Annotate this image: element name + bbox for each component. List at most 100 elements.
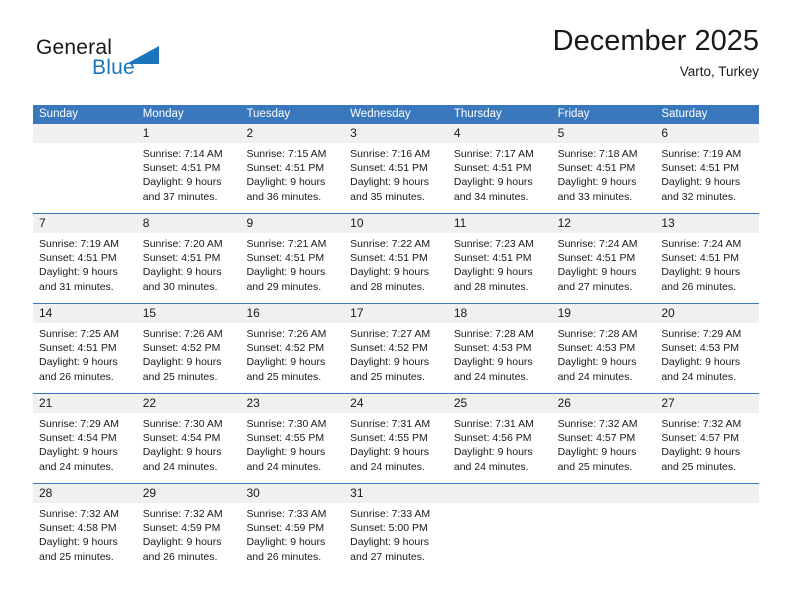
title-block: December 2025 Varto, Turkey xyxy=(553,26,759,80)
day-cell[interactable]: Sunrise: 7:27 AM Sunset: 4:52 PM Daylight:… xyxy=(344,323,448,393)
day-number[interactable]: 20 xyxy=(655,304,759,323)
day-number[interactable]: 7 xyxy=(33,214,137,233)
day-cell[interactable]: Sunrise: 7:33 AM Sunset: 5:00 PM Daylight:… xyxy=(344,503,448,573)
sunrise-text: Sunrise: 7:17 AM xyxy=(453,148,534,160)
sunset-text: Sunset: 4:51 PM xyxy=(142,252,221,265)
day-number[interactable]: 28 xyxy=(33,484,137,503)
day-cell[interactable]: Sunrise: 7:16 AM Sunset: 4:51 PM Daylight:… xyxy=(344,143,448,213)
day-cell[interactable]: Sunrise: 7:19 AM Sunset: 4:51 PM Daylight:… xyxy=(33,233,137,303)
day-number[interactable]: 30 xyxy=(240,484,344,503)
day-cell[interactable]: Sunrise: 7:32 AM Sunset: 4:59 PM Daylight:… xyxy=(137,503,241,573)
daylight-text: Daylight: 9 hours xyxy=(39,536,118,549)
day-cell[interactable]: Sunrise: 7:24 AM Sunset: 4:51 PM Daylight:… xyxy=(655,233,759,303)
day-number[interactable]: 31 xyxy=(344,484,448,503)
day-number-empty xyxy=(448,484,552,503)
day-number[interactable]: 1 xyxy=(137,124,241,143)
sunrise-text: Sunrise: 7:32 AM xyxy=(142,508,223,520)
day-cell[interactable]: Sunrise: 7:21 AM Sunset: 4:51 PM Daylight:… xyxy=(240,233,344,303)
day-cell[interactable]: Sunrise: 7:26 AM Sunset: 4:52 PM Daylight:… xyxy=(137,323,241,393)
day-number[interactable]: 18 xyxy=(448,304,552,323)
day-cell[interactable]: Sunrise: 7:33 AM Sunset: 4:59 PM Daylight:… xyxy=(240,503,344,573)
sunset-text: Sunset: 4:52 PM xyxy=(142,342,221,355)
day-number[interactable]: 19 xyxy=(552,304,656,323)
day-number[interactable]: 25 xyxy=(448,394,552,413)
page-title: December 2025 xyxy=(552,25,759,57)
day-number[interactable]: 22 xyxy=(137,394,241,413)
day-number[interactable]: 2 xyxy=(240,124,344,143)
day-number[interactable]: 10 xyxy=(344,214,448,233)
day-detail-row: Sunrise: 7:29 AM Sunset: 4:54 PM Daylight:… xyxy=(33,413,759,483)
day-cell[interactable]: Sunrise: 7:30 AM Sunset: 4:55 PM Daylight:… xyxy=(240,413,344,483)
calendar-week-row: 21 22 23 24 25 26 27 Sunrise: 7:29 AM Sunset: 4:… xyxy=(33,393,759,483)
sunrise-text: Sunrise: 7:24 AM xyxy=(557,238,638,250)
day-cell[interactable]: Sunrise: 7:32 AM Sunset: 4:57 PM Daylight:… xyxy=(552,413,656,483)
daylight-text: and 25 minutes. xyxy=(350,370,425,383)
sunset-text: Sunset: 4:58 PM xyxy=(39,522,117,535)
calendar-page: General Blue December 2025 Varto, Turkey… xyxy=(0,0,792,612)
day-cell[interactable]: Sunrise: 7:24 AM Sunset: 4:51 PM Daylight:… xyxy=(552,233,656,303)
day-cell[interactable]: Sunrise: 7:14 AM Sunset: 4:51 PM Daylight:… xyxy=(137,143,241,213)
sunrise-text: Sunrise: 7:20 AM xyxy=(142,238,223,250)
day-number[interactable]: 8 xyxy=(137,214,241,233)
day-number[interactable]: 4 xyxy=(448,124,552,143)
day-number[interactable]: 11 xyxy=(448,214,552,233)
day-number[interactable]: 3 xyxy=(344,124,448,143)
day-number[interactable]: 6 xyxy=(655,124,759,143)
day-number[interactable]: 12 xyxy=(552,214,656,233)
daylight-text: and 30 minutes. xyxy=(142,280,218,293)
day-number[interactable]: 9 xyxy=(240,214,344,233)
day-cell[interactable]: Sunrise: 7:18 AM Sunset: 4:51 PM Daylight:… xyxy=(552,143,656,213)
day-number[interactable]: 24 xyxy=(344,394,448,413)
day-number[interactable]: 27 xyxy=(655,394,759,413)
sunset-text: Sunset: 4:51 PM xyxy=(661,252,739,265)
day-number[interactable]: 15 xyxy=(137,304,241,323)
sunset-text: Sunset: 4:51 PM xyxy=(350,162,428,175)
daylight-text: and 26 minutes. xyxy=(246,550,322,563)
logo-text-blue: Blue xyxy=(92,56,135,79)
day-cell[interactable]: Sunrise: 7:22 AM Sunset: 4:51 PM Daylight:… xyxy=(344,233,448,303)
day-number[interactable]: 13 xyxy=(655,214,759,233)
day-cell[interactable]: Sunrise: 7:32 AM Sunset: 4:57 PM Daylight:… xyxy=(655,413,759,483)
day-number-empty xyxy=(33,124,137,143)
day-number[interactable]: 21 xyxy=(33,394,137,413)
day-cell[interactable]: Sunrise: 7:29 AM Sunset: 4:54 PM Daylight:… xyxy=(33,413,137,483)
daylight-text: Daylight: 9 hours xyxy=(350,356,429,369)
sunset-text: Sunset: 4:51 PM xyxy=(453,252,532,265)
weekday-header-thursday: Thursday xyxy=(453,108,502,120)
day-detail-row: Sunrise: 7:14 AM Sunset: 4:51 PM Daylight:… xyxy=(33,143,759,213)
day-cell[interactable]: Sunrise: 7:30 AM Sunset: 4:54 PM Daylight:… xyxy=(137,413,241,483)
day-number[interactable]: 23 xyxy=(240,394,344,413)
sunset-text: Sunset: 4:59 PM xyxy=(246,522,325,535)
day-cell[interactable]: Sunrise: 7:23 AM Sunset: 4:51 PM Daylight:… xyxy=(448,233,552,303)
day-number[interactable]: 17 xyxy=(344,304,448,323)
day-cell[interactable]: Sunrise: 7:29 AM Sunset: 4:53 PM Daylight:… xyxy=(655,323,759,393)
day-cell[interactable]: Sunrise: 7:20 AM Sunset: 4:51 PM Daylight:… xyxy=(137,233,241,303)
day-cell[interactable]: Sunrise: 7:32 AM Sunset: 4:58 PM Daylight:… xyxy=(33,503,137,573)
daylight-text: Daylight: 9 hours xyxy=(453,446,533,459)
day-cell[interactable]: Sunrise: 7:31 AM Sunset: 4:55 PM Daylight:… xyxy=(344,413,448,483)
sunset-text: Sunset: 4:53 PM xyxy=(661,342,739,355)
day-cell[interactable]: Sunrise: 7:31 AM Sunset: 4:56 PM Daylight:… xyxy=(448,413,552,483)
sunset-text: Sunset: 4:59 PM xyxy=(142,522,221,535)
sunrise-text: Sunrise: 7:31 AM xyxy=(453,418,534,430)
day-cell[interactable]: Sunrise: 7:28 AM Sunset: 4:53 PM Daylight:… xyxy=(448,323,552,393)
day-cell[interactable]: Sunrise: 7:28 AM Sunset: 4:53 PM Daylight:… xyxy=(552,323,656,393)
day-cell[interactable]: Sunrise: 7:17 AM Sunset: 4:51 PM Daylight:… xyxy=(448,143,552,213)
daylight-text: Daylight: 9 hours xyxy=(246,536,326,549)
day-cell[interactable]: Sunrise: 7:26 AM Sunset: 4:52 PM Daylight:… xyxy=(240,323,344,393)
day-cell-empty xyxy=(33,143,137,213)
daylight-text: Daylight: 9 hours xyxy=(142,176,222,189)
day-cell[interactable]: Sunrise: 7:15 AM Sunset: 4:51 PM Daylight:… xyxy=(240,143,344,213)
daylight-text: Daylight: 9 hours xyxy=(142,356,222,369)
day-number[interactable]: 14 xyxy=(33,304,137,323)
sunrise-text: Sunrise: 7:29 AM xyxy=(39,418,119,430)
day-number[interactable]: 16 xyxy=(240,304,344,323)
day-number[interactable]: 5 xyxy=(552,124,656,143)
day-number[interactable]: 29 xyxy=(137,484,241,503)
day-cell[interactable]: Sunrise: 7:25 AM Sunset: 4:51 PM Daylight:… xyxy=(33,323,137,393)
daylight-text: and 32 minutes. xyxy=(661,190,737,203)
daylight-text: Daylight: 9 hours xyxy=(453,176,533,189)
day-cell[interactable]: Sunrise: 7:19 AM Sunset: 4:51 PM Daylight:… xyxy=(655,143,759,213)
day-number[interactable]: 26 xyxy=(552,394,656,413)
day-number-empty xyxy=(655,484,759,503)
